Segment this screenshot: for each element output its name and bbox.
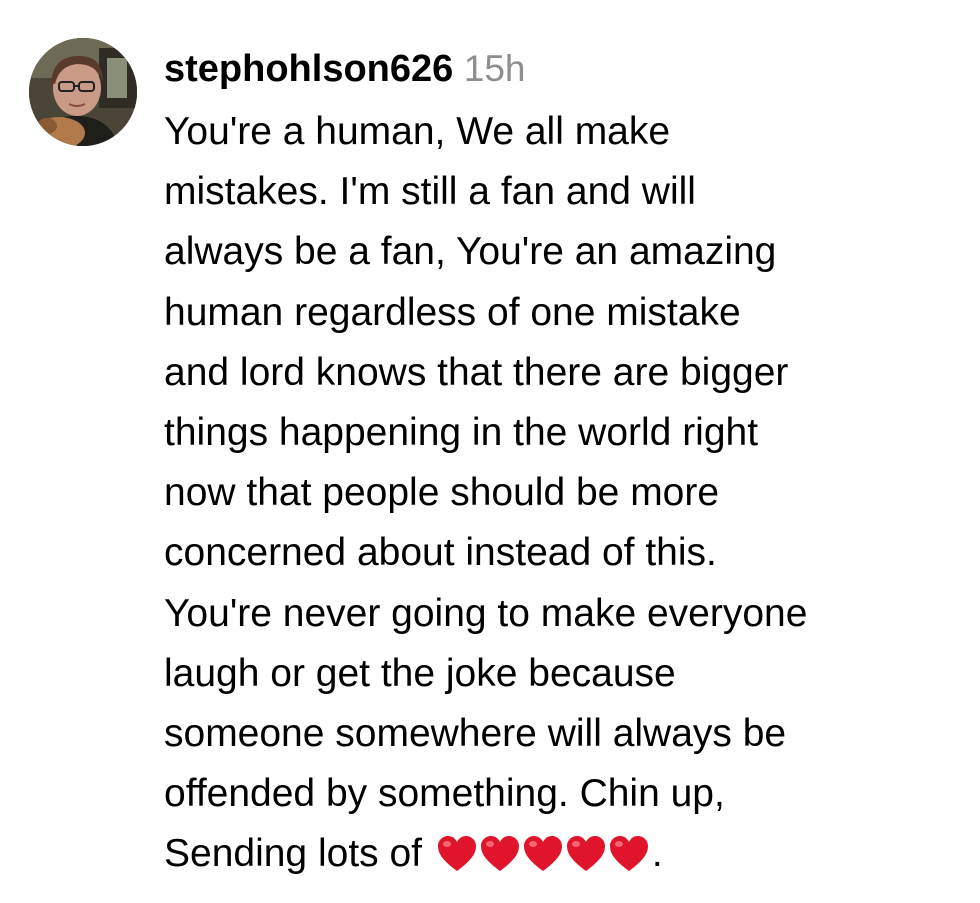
hearts-group: [437, 822, 652, 882]
comment-text-line: now that people should be more: [164, 471, 720, 515]
comment-text-suffix: .: [651, 832, 663, 876]
comment-body: stephohlson626 15h You're a human, We al…: [164, 42, 974, 884]
red-heart-icon: [437, 835, 477, 873]
comment-text-line: laugh or get the joke because: [164, 651, 676, 695]
comment: stephohlson626 15h You're a human, We al…: [0, 0, 980, 903]
red-heart-icon: [609, 835, 649, 873]
comment-text-line: and lord knows that there are bigger: [164, 350, 789, 394]
comment-text-last-line: Sending lots of .: [164, 824, 974, 884]
comment-text-line: concerned about instead of this.: [164, 531, 717, 575]
avatar-photo-icon: [29, 38, 137, 146]
comment-text: You're a human, We all make mistakes. I'…: [164, 102, 974, 884]
comment-text-line: things happening in the world right: [164, 410, 759, 454]
red-heart-icon: [566, 835, 606, 873]
comment-text-line: offended by something. Chin up,: [164, 772, 725, 816]
username-link[interactable]: stephohlson626: [164, 48, 453, 90]
comment-text-line: mistakes. I'm still a fan and will: [164, 170, 696, 214]
timestamp[interactable]: 15h: [464, 48, 526, 89]
avatar[interactable]: [29, 38, 137, 146]
comment-text-line: You're a human, We all make: [164, 110, 671, 153]
comment-text-line: someone somewhere will always be: [164, 711, 787, 755]
comment-text-line: human regardless of one mistake: [164, 290, 741, 334]
red-heart-icon: [480, 835, 520, 873]
comment-text-line: always be a fan, You're an amazing: [164, 230, 777, 274]
red-heart-icon: [523, 835, 563, 873]
comment-text-prefix: Sending lots of: [164, 832, 433, 876]
comment-header: stephohlson626 15h: [164, 42, 974, 102]
comment-text-line: You're never going to make everyone: [164, 591, 808, 635]
